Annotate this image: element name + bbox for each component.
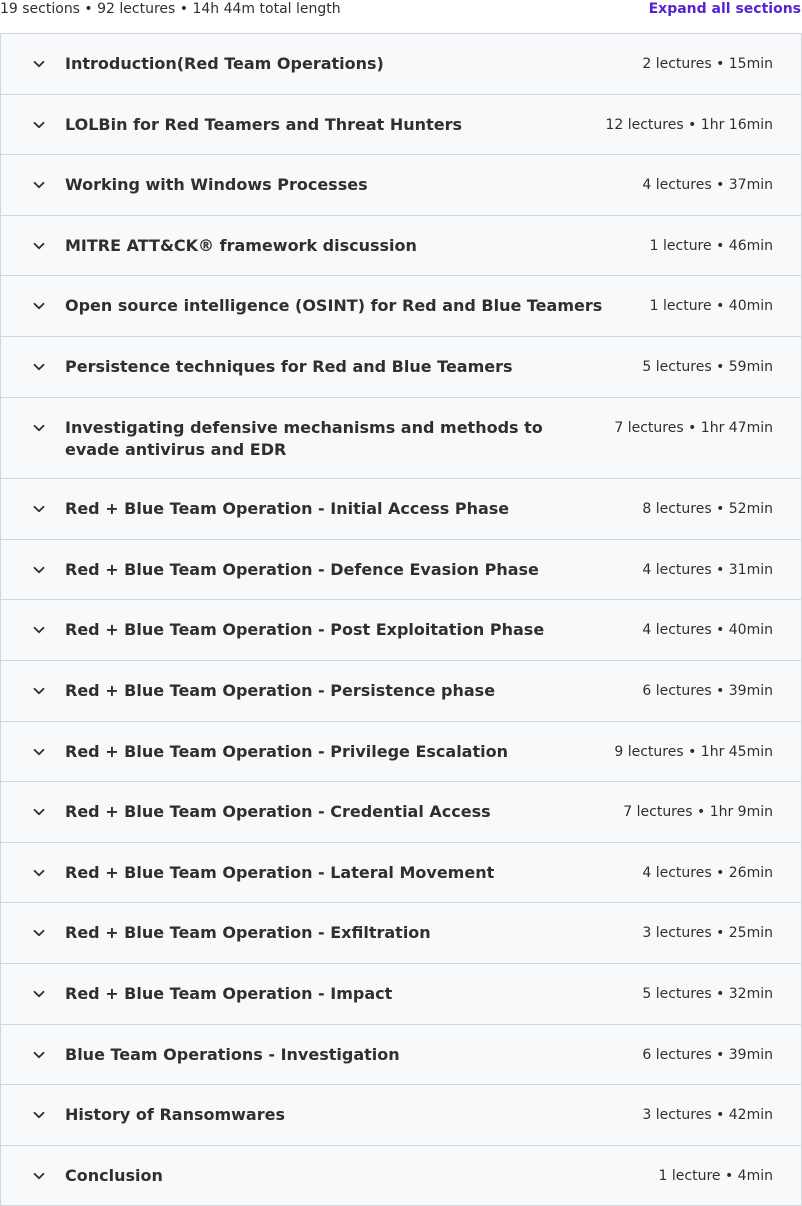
section-meta: 3 lectures • 42min [642,1107,773,1124]
section-row[interactable]: History of Ransomwares 3 lectures • 42mi… [1,1085,801,1146]
section-title: Red + Blue Team Operation - Initial Acce… [65,499,510,519]
section-row[interactable]: Open source intelligence (OSINT) for Red… [1,276,801,337]
section-meta: 7 lectures • 1hr 9min [623,804,773,821]
section-row[interactable]: Red + Blue Team Operation - Post Exploit… [1,600,801,661]
section-meta: 1 lecture • 4min [658,1167,773,1184]
section-meta: 4 lectures • 37min [642,177,773,194]
section-meta: 4 lectures • 31min [642,561,773,578]
section-meta: 5 lectures • 59min [642,358,773,375]
section-row[interactable]: Conclusion 1 lecture • 4min [1,1145,801,1206]
section-meta: 6 lectures • 39min [642,1046,773,1063]
chevron-down-icon [31,865,47,881]
section-title: History of Ransomwares [65,1105,285,1125]
section-meta: 7 lectures • 1hr 47min [614,419,773,436]
section-meta: 4 lectures • 40min [642,622,773,639]
section-row[interactable]: Red + Blue Team Operation - Impact 5 lec… [1,963,801,1025]
section-row[interactable]: Persistence techniques for Red and Blue … [1,336,801,398]
section-row[interactable]: Red + Blue Team Operation - Credential A… [1,782,801,843]
section-title: Investigating defensive mechanisms and m… [65,417,543,459]
chevron-down-icon [31,562,47,578]
section-row[interactable]: Introduction(Red Team Operations) 2 lect… [1,34,801,95]
section-title: Red + Blue Team Operation - Exfiltration [65,923,431,943]
chevron-down-icon [31,56,47,72]
chevron-down-icon [31,1107,47,1123]
section-title: Working with Windows Processes [65,175,368,195]
section-title: Persistence techniques for Red and Blue … [65,356,513,376]
section-row[interactable]: MITRE ATT&CK® framework discussion 1 lec… [1,215,801,277]
section-meta: 8 lectures • 52min [642,501,773,518]
section-row[interactable]: LOLBin for Red Teamers and Threat Hunter… [1,94,801,156]
section-meta: 12 lectures • 1hr 16min [605,116,773,133]
section-row[interactable]: Red + Blue Team Operation - Persistence … [1,660,801,722]
chevron-down-icon [31,804,47,820]
section-meta: 5 lectures • 32min [642,985,773,1002]
section-title: Red + Blue Team Operation - Impact [65,983,393,1003]
chevron-down-icon [31,177,47,193]
section-row[interactable]: Red + Blue Team Operation - Lateral Move… [1,842,801,904]
chevron-down-icon [31,925,47,941]
chevron-down-icon [31,1168,47,1184]
section-meta: 2 lectures • 15min [642,56,773,72]
section-title: Red + Blue Team Operation - Credential A… [65,802,491,822]
chevron-down-icon [31,420,47,436]
chevron-down-icon [31,986,47,1002]
section-meta: 9 lectures • 1hr 45min [614,743,773,760]
chevron-down-icon [31,744,47,760]
section-row[interactable]: Blue Team Operations - Investigation 6 l… [1,1024,801,1086]
chevron-down-icon [31,117,47,133]
chevron-down-icon [31,1047,47,1063]
curriculum-summary-text: 19 sections • 92 lectures • 14h 44m tota… [0,1,341,17]
course-curriculum: 19 sections • 92 lectures • 14h 44m tota… [0,0,802,1206]
section-title: Open source intelligence (OSINT) for Red… [65,296,603,316]
chevron-down-icon [31,359,47,375]
section-meta: 3 lectures • 25min [642,925,773,942]
section-row[interactable]: Working with Windows Processes 4 lecture… [1,155,801,216]
section-meta: 1 lecture • 40min [649,298,773,315]
section-row[interactable]: Red + Blue Team Operation - Privilege Es… [1,721,801,783]
section-meta: 1 lecture • 46min [649,237,773,254]
chevron-down-icon [31,298,47,314]
expand-all-sections-button[interactable]: Expand all sections [649,0,802,19]
section-list: Introduction(Red Team Operations) 2 lect… [0,33,802,1206]
section-title: Conclusion [65,1165,163,1185]
curriculum-summary-bar: 19 sections • 92 lectures • 14h 44m tota… [0,0,802,33]
section-title: Red + Blue Team Operation - Lateral Move… [65,862,495,882]
section-meta: 6 lectures • 39min [642,682,773,699]
section-title: Red + Blue Team Operation - Defence Evas… [65,559,539,579]
chevron-down-icon [31,683,47,699]
section-title: Red + Blue Team Operation - Persistence … [65,680,496,700]
section-row[interactable]: Red + Blue Team Operation - Exfiltration… [1,903,801,964]
section-title: Introduction(Red Team Operations) [65,54,384,73]
section-row[interactable]: Investigating defensive mechanisms and m… [1,397,801,480]
chevron-down-icon [31,501,47,517]
section-row[interactable]: Red + Blue Team Operation - Defence Evas… [1,539,801,601]
section-row[interactable]: Red + Blue Team Operation - Initial Acce… [1,479,801,540]
section-title: Blue Team Operations - Investigation [65,1044,400,1064]
chevron-down-icon [31,238,47,254]
section-meta: 4 lectures • 26min [642,864,773,881]
section-title: Red + Blue Team Operation - Privilege Es… [65,741,508,761]
section-title: LOLBin for Red Teamers and Threat Hunter… [65,114,462,134]
section-title: Red + Blue Team Operation - Post Exploit… [65,620,545,640]
chevron-down-icon [31,622,47,638]
section-title: MITRE ATT&CK® framework discussion [65,235,417,255]
